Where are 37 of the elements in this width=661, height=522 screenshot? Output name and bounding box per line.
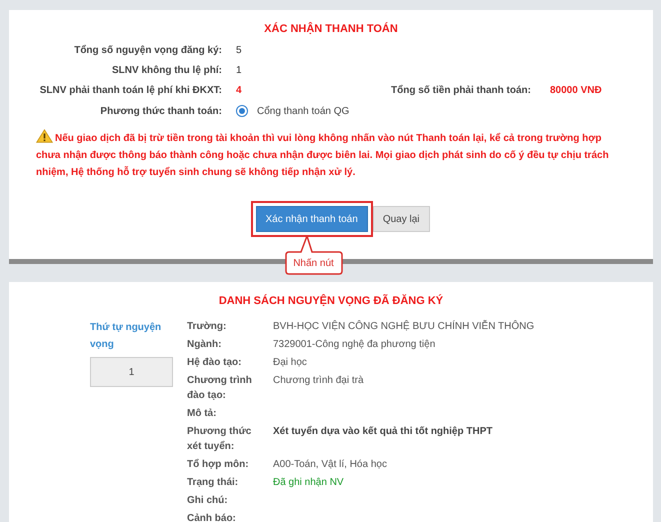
order-label: Thứ tự nguyện vọng — [90, 321, 162, 352]
detail-label: Trường: — [187, 320, 226, 334]
warning-message: Nếu giao dịch đã bị trừ tiền trong tài khoản thì vui lòng không nhấn vào nút Thanh toán lại, kể cả trong trường hợp chưa nhận được thông báo thành công hoặc chưa nhận được biên lai. Mọi giao dịch phát sinh do cố ý đều tự chịu trách nhiệm, Hệ thống hỗ trợ tuyển sinh chung sẽ không tiếp nhận xử lý. — [36, 129, 623, 181]
detail-label: Trạng thái: — [187, 476, 238, 490]
detail-value: 7329001-Công nghệ đa phương tiện — [273, 338, 436, 352]
field-label: Tổng số tiền phải thanh toán: — [391, 85, 531, 96]
detail-label: Hệ đào tạo: — [187, 356, 242, 370]
detail-label: Mô tả: — [187, 407, 216, 421]
panel-title: DANH SÁCH NGUYỆN VỌNG ĐÃ ĐĂNG KÝ — [218, 293, 444, 309]
field-value: 4 — [236, 85, 242, 96]
confirm-button[interactable]: Xác nhận thanh toán — [256, 206, 368, 232]
total-amount: 80000 VNĐ — [549, 85, 603, 96]
field-label: Phương thức thanh toán: — [100, 106, 222, 116]
detail-value: BVH-HỌC VIỆN CÔNG NGHỆ BƯU CHÍNH VIỄN THÔNG — [273, 319, 534, 334]
warning-icon — [36, 129, 53, 143]
detail-value: Đã ghi nhận NV — [273, 476, 344, 490]
detail-label: Ghi chú: — [187, 494, 228, 508]
detail-value: A00-Toán, Vật lí, Hóa học — [273, 458, 387, 472]
field-label: Tổng số nguyện vọng đăng ký: — [74, 45, 222, 56]
field-label: SLNV không thu lệ phí: — [112, 65, 222, 76]
radio-label[interactable]: Cổng thanh toán QG — [257, 106, 350, 116]
detail-label: Chương trình đào tạo: — [187, 374, 253, 403]
detail-label: Cảnh báo: — [187, 512, 236, 522]
callout: Nhấn nút — [284, 235, 344, 275]
field-value: 1 — [236, 65, 242, 76]
panel-title: XÁC NHẬN THANH TOÁN — [263, 21, 399, 37]
field-label: SLNV phải thanh toán lệ phí khi ĐKXT: — [40, 85, 222, 96]
detail-label: Ngành: — [187, 338, 222, 352]
detail-value: Đại học — [273, 356, 307, 370]
detail-label: Phương thức xét tuyển: — [187, 425, 252, 454]
radio-button[interactable] — [236, 105, 248, 117]
order-number: 1 — [90, 357, 173, 387]
detail-value: Chương trình đại trà — [273, 374, 364, 388]
field-value: 5 — [236, 45, 242, 56]
back-button[interactable]: Quay lại — [372, 206, 430, 232]
detail-label: Tổ hợp môn: — [187, 458, 249, 472]
detail-value: Xét tuyển dựa vào kết quả thi tốt nghiệp THPT — [273, 424, 492, 439]
